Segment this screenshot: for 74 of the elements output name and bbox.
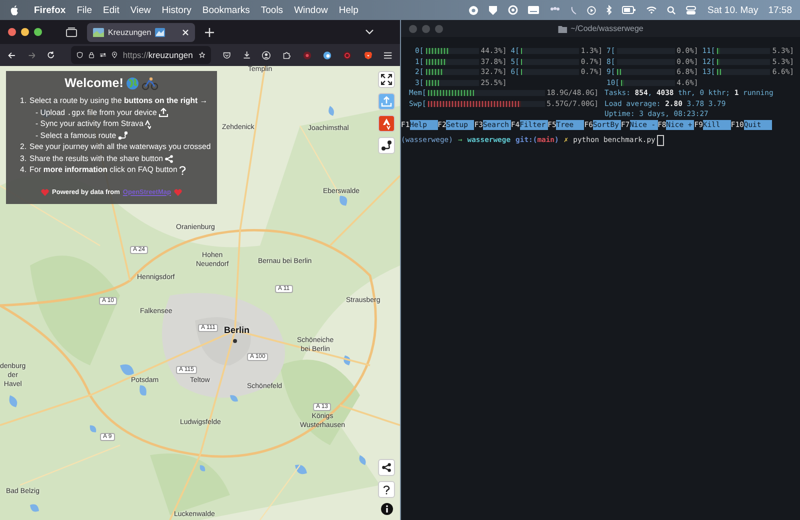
heart-icon [41,188,50,196]
browser-tab[interactable]: Kreuzungen [87,22,195,42]
keyboard-icon[interactable] [528,6,539,14]
wifi-icon[interactable] [646,6,657,14]
control-center-icon[interactable] [686,6,696,14]
lock-icon[interactable] [88,50,94,60]
menu-icon[interactable] [384,50,392,60]
new-tab-icon[interactable] [205,28,214,36]
question-icon [383,484,390,494]
route-icon [118,131,128,140]
question-icon [179,166,186,175]
share-button[interactable] [378,459,395,476]
url-text: https://kreuzungen [122,50,193,60]
map-emoji-icon [155,28,166,36]
bluetooth-icon[interactable] [606,5,612,15]
menu-item[interactable]: History [162,4,192,16]
menu-item[interactable]: Help [338,4,358,16]
tab-overview-icon[interactable] [66,27,77,37]
extensions-icon[interactable] [282,50,291,60]
heart-icon [174,188,182,196]
menu-item[interactable]: Edit [103,4,120,16]
strava-button[interactable] [378,115,395,132]
faq-button[interactable] [378,481,395,498]
shield-icon[interactable] [77,50,83,60]
globe-icon [126,76,140,90]
info-icon[interactable] [380,503,392,515]
zoom-window-button[interactable] [34,28,42,36]
menu-item[interactable]: Bookmarks [202,4,250,16]
extension-icon[interactable] [323,50,332,60]
strava-chevron-icon [145,120,152,129]
account-icon[interactable] [262,50,271,60]
minimize-window-button[interactable] [21,28,29,36]
permissions-icon[interactable] [100,51,106,59]
address-bar[interactable]: https://kreuzungen [71,46,212,64]
battery-icon[interactable] [622,6,636,14]
back-icon[interactable] [8,50,16,60]
terminal-title: ~/Code/wasserwege [570,24,644,33]
route-icon [381,140,392,151]
close-tab-icon[interactable] [182,28,189,36]
upload-icon [381,96,392,107]
upload-icon [158,108,168,118]
pocket-icon[interactable] [223,50,231,60]
cyclist-icon [142,76,158,90]
play-icon[interactable] [586,6,596,14]
search-icon[interactable] [666,6,676,14]
fullscreen-icon [381,74,392,85]
menu-item[interactable]: Window [294,4,328,16]
reload-icon[interactable] [47,50,56,60]
menu-item[interactable]: File [76,4,92,16]
brave-lion-icon[interactable] [364,50,372,60]
city-label: Berlin [224,325,250,335]
share-icon [165,154,174,163]
menu-item[interactable]: Tools [260,4,284,16]
map-favicon-icon [93,28,104,36]
route-button[interactable] [378,137,395,154]
fullscreen-button[interactable] [378,71,395,88]
location-pin-icon[interactable] [112,50,117,60]
apple-logo-icon[interactable] [10,4,19,16]
bookmark-star-icon[interactable] [198,50,206,60]
forward-icon[interactable] [28,50,36,60]
folder-icon [558,24,567,32]
download-icon[interactable] [242,50,250,60]
menu-item[interactable]: View [130,4,151,16]
tab-list-chevron-icon[interactable] [365,29,374,35]
record-icon[interactable] [468,6,478,14]
menu-bar-date[interactable]: Sat 10. May [708,4,758,16]
share-icon [382,463,391,472]
city-dot-icon [233,339,237,343]
close-window-button[interactable] [8,28,16,36]
menu-bar-time[interactable]: 17:58 [768,4,792,16]
app-menu[interactable]: Firefox [34,4,66,16]
strava-chevron-icon [382,118,392,130]
welcome-title: Welcome! [64,76,124,90]
cursor [657,135,664,146]
